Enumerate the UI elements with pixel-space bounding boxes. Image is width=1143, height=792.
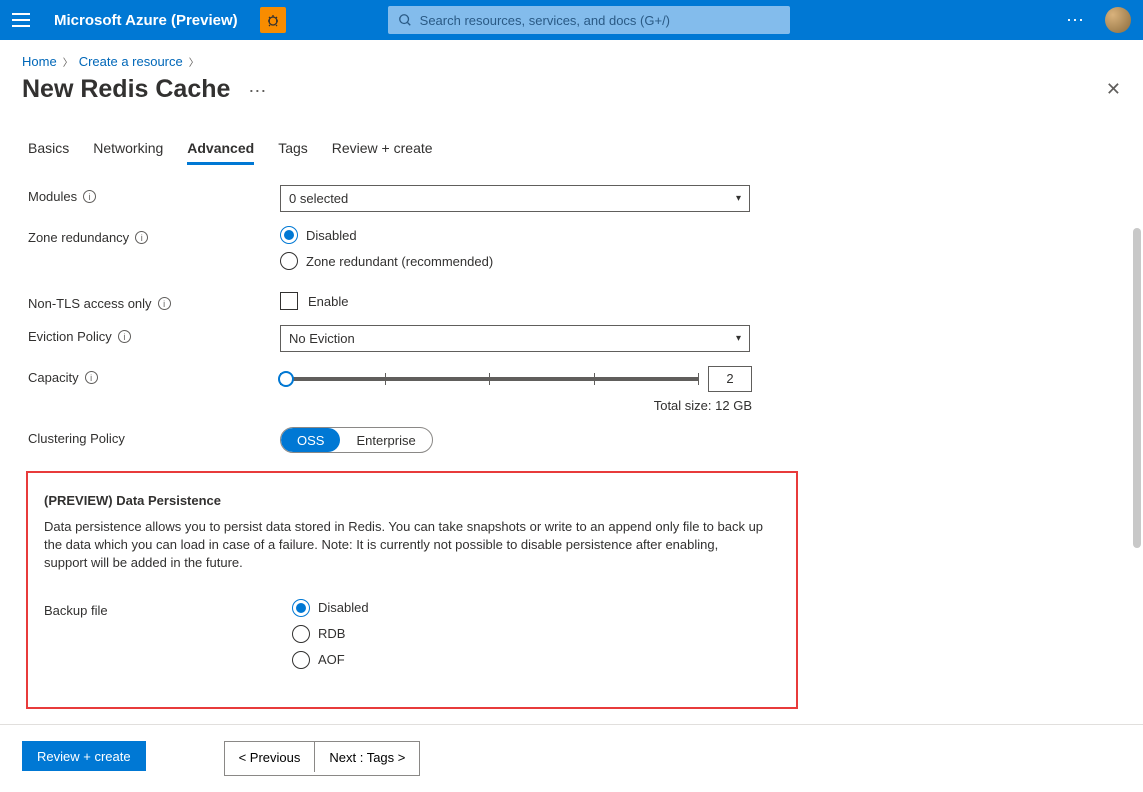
radio-icon (292, 599, 310, 617)
radio-icon (280, 226, 298, 244)
breadcrumb: Home 〉 Create a resource 〉 (22, 54, 1121, 69)
chevron-down-icon: ▾ (736, 193, 741, 204)
radio-icon (292, 625, 310, 643)
scrollbar[interactable] (1133, 228, 1141, 548)
slider-thumb[interactable] (278, 371, 294, 387)
top-nav-bar: Microsoft Azure (Preview) ⋯ (0, 0, 1143, 40)
persistence-description: Data persistence allows you to persist d… (44, 518, 764, 573)
capacity-value-input[interactable]: 2 (708, 366, 752, 392)
modules-label: Modules i (28, 185, 280, 204)
info-icon[interactable]: i (135, 231, 148, 244)
close-icon[interactable]: ✕ (1106, 79, 1121, 100)
capacity-slider[interactable]: 2 (280, 366, 752, 392)
avatar[interactable] (1105, 7, 1131, 33)
footer-actions: Review + create < Previous Next : Tags > (0, 724, 1143, 792)
modules-select[interactable]: 0 selected ▾ (280, 185, 750, 212)
eviction-select[interactable]: No Eviction ▾ (280, 325, 750, 352)
backup-radio-disabled[interactable]: Disabled (292, 599, 762, 617)
bug-icon[interactable] (260, 7, 286, 33)
review-create-button[interactable]: Review + create (22, 741, 146, 771)
info-icon[interactable]: i (158, 297, 171, 310)
tab-row: Basics Networking Advanced Tags Review +… (28, 140, 1071, 165)
nontls-label: Non-TLS access only i (28, 292, 280, 311)
data-persistence-section: (PREVIEW) Data Persistence Data persiste… (26, 471, 798, 709)
chevron-right-icon: 〉 (63, 54, 73, 69)
chevron-right-icon: 〉 (189, 54, 199, 69)
more-icon[interactable]: ⋯ (1066, 10, 1085, 31)
tab-advanced[interactable]: Advanced (187, 140, 254, 165)
nontls-checkbox[interactable]: Enable (280, 292, 750, 310)
clustering-oss-option[interactable]: OSS (281, 428, 340, 452)
persistence-title: (PREVIEW) Data Persistence (44, 493, 780, 508)
tab-networking[interactable]: Networking (93, 140, 163, 165)
clustering-label: Clustering Policy (28, 427, 280, 446)
previous-button[interactable]: < Previous (225, 742, 316, 772)
brand-title[interactable]: Microsoft Azure (Preview) (54, 12, 238, 29)
search-icon (398, 13, 412, 27)
clustering-toggle: OSS Enterprise (280, 427, 433, 453)
checkbox-icon (280, 292, 298, 310)
info-icon[interactable]: i (118, 330, 131, 343)
title-more-icon[interactable]: ⋯ (248, 81, 266, 102)
tab-review[interactable]: Review + create (332, 140, 433, 165)
tab-tags[interactable]: Tags (278, 140, 308, 165)
info-icon[interactable]: i (83, 190, 96, 203)
zone-label: Zone redundancy i (28, 226, 280, 245)
breadcrumb-create[interactable]: Create a resource (79, 54, 183, 69)
chevron-down-icon: ▾ (736, 333, 741, 344)
global-search[interactable] (388, 6, 790, 34)
capacity-label: Capacity i (28, 366, 280, 385)
eviction-label: Eviction Policy i (28, 325, 280, 344)
info-icon[interactable]: i (85, 371, 98, 384)
breadcrumb-home[interactable]: Home (22, 54, 57, 69)
radio-icon (292, 651, 310, 669)
capacity-total: Total size: 12 GB (280, 398, 752, 413)
search-input[interactable] (420, 13, 780, 28)
zone-radio-redundant[interactable]: Zone redundant (recommended) (280, 252, 750, 270)
clustering-enterprise-option[interactable]: Enterprise (340, 428, 431, 452)
zone-radio-disabled[interactable]: Disabled (280, 226, 750, 244)
backup-radio-rdb[interactable]: RDB (292, 625, 762, 643)
menu-icon[interactable] (12, 10, 32, 30)
next-button[interactable]: Next : Tags > (315, 742, 419, 772)
radio-icon (280, 252, 298, 270)
backup-label: Backup file (44, 599, 292, 618)
page-title: New Redis Cache (22, 75, 230, 104)
tab-basics[interactable]: Basics (28, 140, 69, 165)
backup-radio-aof[interactable]: AOF (292, 651, 762, 669)
